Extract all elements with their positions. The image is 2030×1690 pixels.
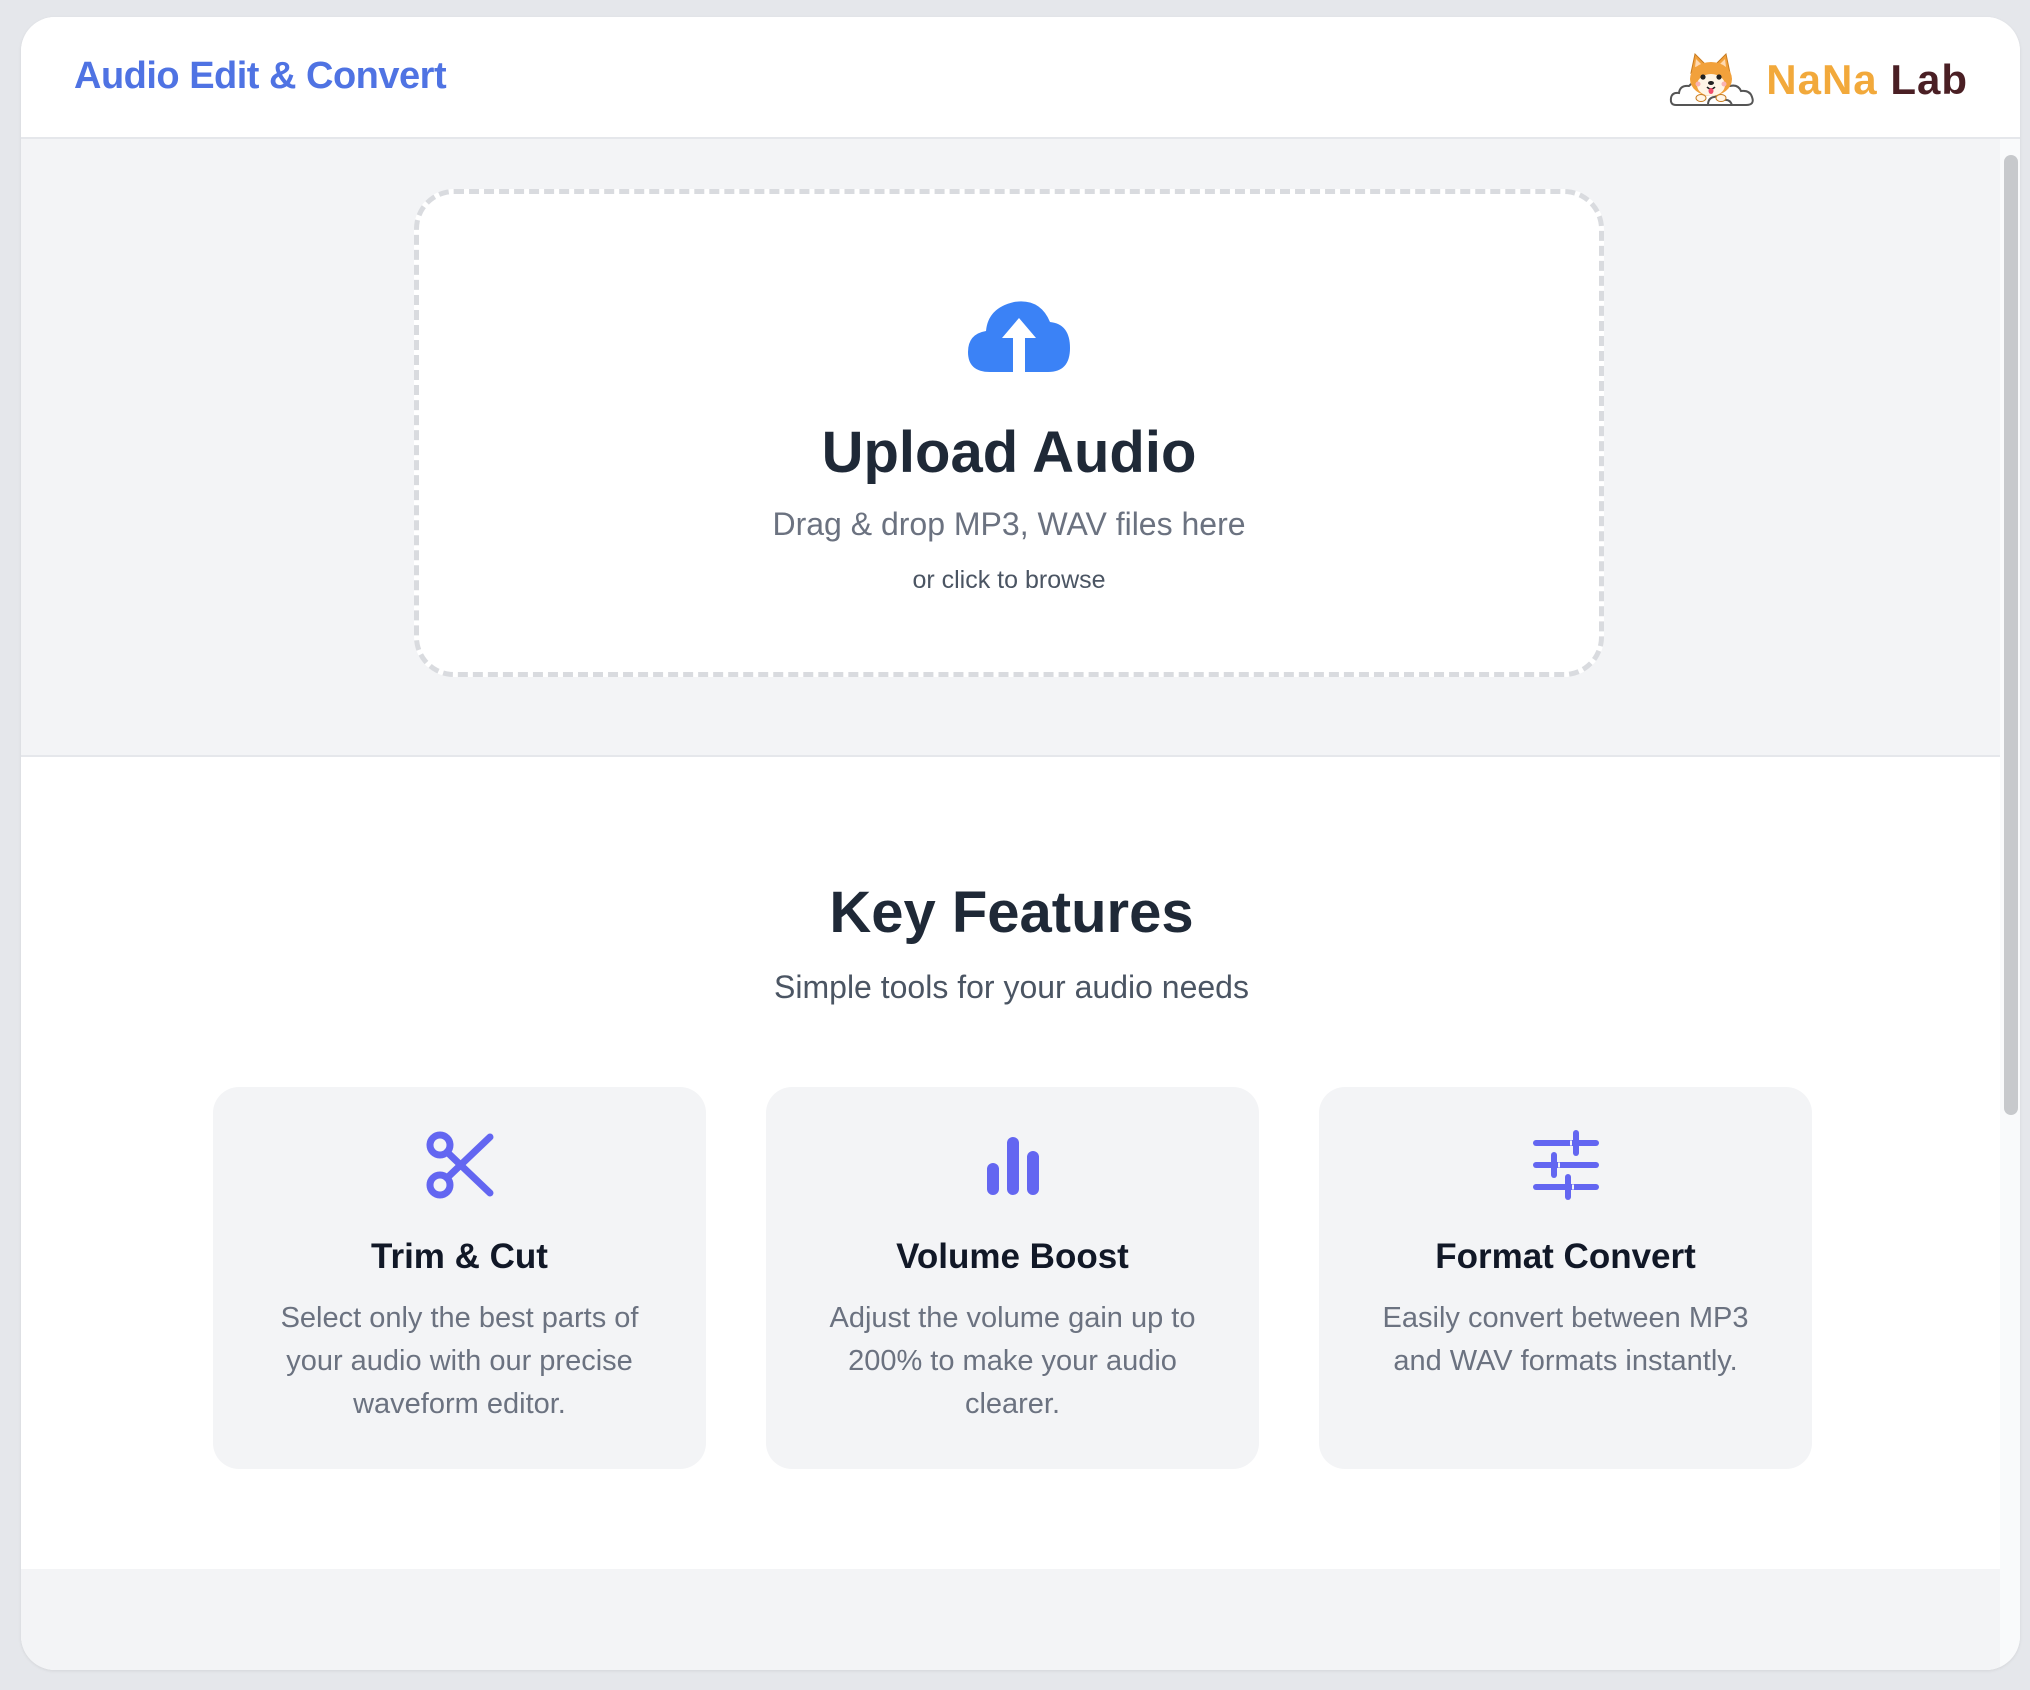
card-title: Volume Boost [896,1237,1129,1276]
brand-name: NaNa Lab [1766,56,1968,103]
upload-title: Upload Audio [821,420,1197,485]
features-title: Key Features [829,880,1194,945]
card-description: Easily convert between MP3 and WAV forma… [1382,1302,1749,1377]
scrollbar-thumb[interactable] [2004,155,2018,1115]
cloud-upload-icon [968,301,1070,372]
upload-subtitle: Drag & drop MP3, WAV files here [772,506,1246,542]
feature-card-convert[interactable]: Format Convert Easily convert between MP… [1319,1087,1812,1469]
footer [21,1569,2002,1670]
upload-section: Upload Audio Drag & drop MP3, WAV files … [21,139,2002,757]
feature-card-trim[interactable]: Trim & Cut Select only the best parts of… [213,1087,706,1469]
bar-chart-icon [986,1137,1039,1195]
brand-logo[interactable]: NaNa Lab [1668,45,1968,115]
app-title[interactable]: Audio Edit & Convert [74,55,447,98]
card-description: Select only the best parts of your audio… [280,1302,639,1420]
card-title: Trim & Cut [371,1237,548,1276]
app-window: Audio Edit & Convert NaNa Lab Upload Aud… [21,17,2020,1670]
card-description: Adjust the volume gain up to 200% to mak… [829,1302,1196,1420]
features-subtitle: Simple tools for your audio needs [774,969,1249,1005]
features-section: Key Features Simple tools for your audio… [21,757,2002,1587]
scissors-icon [426,1131,493,1199]
top-header: Audio Edit & Convert NaNa Lab [21,17,2020,139]
card-title: Format Convert [1435,1237,1696,1276]
browse-hint: or click to browse [912,566,1106,594]
sliders-icon [1532,1130,1599,1200]
feature-card-volume[interactable]: Volume Boost Adjust the volume gain up t… [766,1087,1259,1469]
upload-dropzone[interactable]: Upload Audio Drag & drop MP3, WAV files … [414,189,1604,677]
shiba-dog-cloud-icon [1670,52,1754,106]
